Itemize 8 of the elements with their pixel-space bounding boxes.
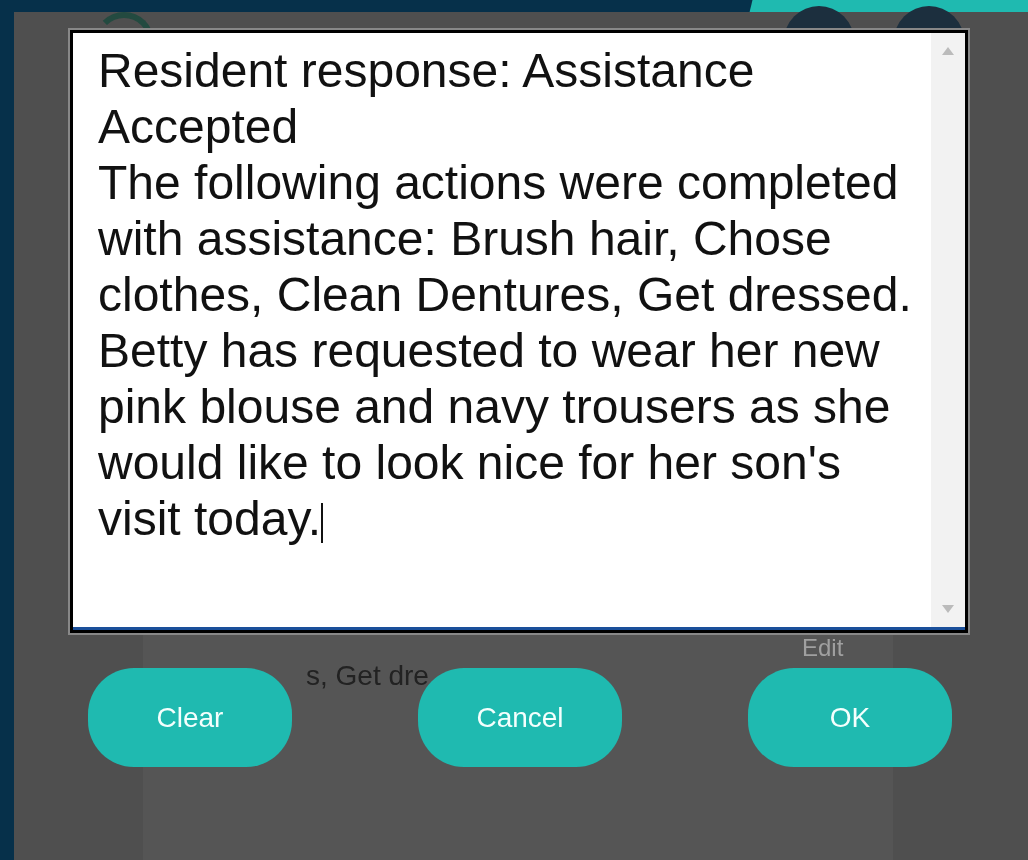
- scrollbar[interactable]: [931, 33, 965, 627]
- scroll-down-icon[interactable]: [942, 605, 954, 613]
- edit-link[interactable]: Edit: [802, 634, 844, 662]
- dialog-button[interactable]: Clear: [88, 668, 292, 767]
- note-text: Resident response: Assistance Accepted: [98, 43, 756, 155]
- note-field[interactable]: [73, 33, 965, 630]
- note-text: The following actions were completed with assistance: Brush hair, Chose clothes, Clean Dentures, Get dressed. Betty has requested to wear her new pink blouse and navy trousers as she would like to look nice for her son's visit today.: [98, 155, 913, 547]
- dialog-button[interactable]: OK: [748, 668, 952, 767]
